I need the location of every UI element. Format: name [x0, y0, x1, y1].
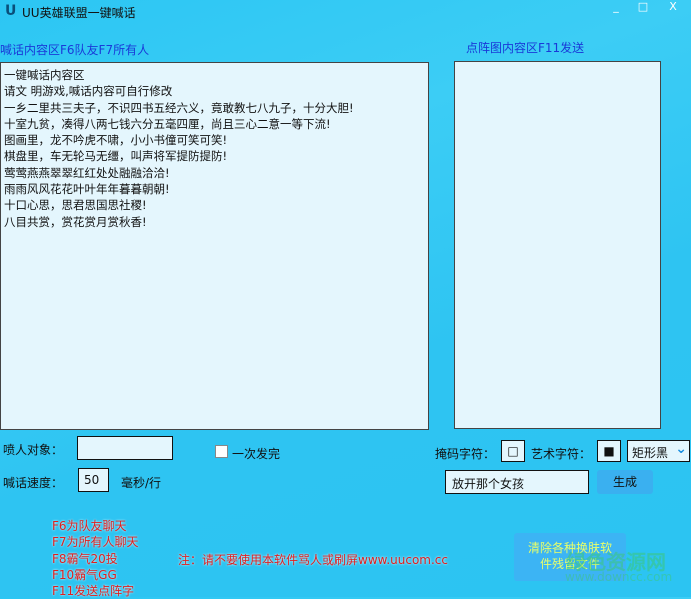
matrix-content-textarea[interactable]	[454, 61, 661, 429]
generate-button[interactable]: 生成	[597, 470, 653, 494]
watermark-url: www.downcc.com	[565, 570, 673, 584]
minimize-button[interactable]: _	[603, 0, 629, 16]
content-line: 一乡二里共三夫子，不识四书五经六义，竟敢教七八九子，十分大胆!	[4, 100, 354, 115]
content-line: 莺莺燕燕翠翠红红处处融融洽洽!	[4, 165, 170, 180]
hotkey-item: F7为所有人聊天	[52, 535, 139, 550]
usage-notice: 注：请不要使用本软件骂人或刷屏www.uucom.cc	[178, 553, 449, 567]
content-area-label: 喊话内容区F6队友F7所有人	[0, 43, 150, 57]
content-line: 雨雨风风花花叶叶年年暮暮朝朝!	[4, 182, 170, 197]
matrix-area-label: 点阵图内容区F11发送	[466, 41, 585, 55]
chevron-down-icon: ⌄	[675, 441, 687, 457]
hotkey-item: F8霸气20投	[52, 551, 118, 566]
window-title: UU英雄联盟一键喊话	[22, 6, 136, 20]
content-line: 一键喊话内容区	[4, 68, 85, 82]
target-label: 喷人对象：	[3, 443, 64, 457]
hotkey-list: F6为队友聊天 F7为所有人聊天 F8霸气20投 F10霸气GG F11发送点阵…	[52, 518, 139, 599]
art-char-input[interactable]: ■	[597, 440, 621, 462]
shout-content-textarea[interactable]: 一键喊话内容区请文 明游戏,喊话内容可自行修改 一乡二里共三夫子，不识四书五经六义…	[0, 62, 429, 430]
matrix-text-input[interactable]: 放开那个女孩	[445, 470, 589, 494]
send-once-checkbox[interactable]	[215, 445, 228, 458]
app-logo-icon: U	[5, 3, 17, 19]
maximize-button[interactable]: □	[630, 0, 656, 16]
shape-select[interactable]: 矩形黑 ⌄	[627, 440, 690, 462]
mask-char-input[interactable]: □	[501, 440, 525, 462]
speed-unit-label: 毫秒/行	[121, 476, 162, 490]
hotkey-item: F6为队友聊天	[52, 519, 127, 533]
shape-select-value: 矩形黑	[632, 446, 669, 460]
content-line: 十室九贫，凑得八两七钱六分五毫四厘，尚且三心二意一等下流!	[4, 116, 331, 131]
content-line: 棋盘里，车无轮马无缰，叫声将军提防提防!	[4, 149, 228, 164]
hotkey-item: F10霸气GG	[52, 567, 117, 582]
content-line: 八目共赏，赏花赏月赏秋香!	[4, 214, 147, 229]
speed-label: 喊话速度：	[3, 476, 64, 490]
close-button[interactable]: X	[660, 0, 686, 16]
content-line: 请文 明游戏,喊话内容可自行修改	[4, 84, 173, 99]
content-line: 图画里，龙不吟虎不啸，小小书僮可笑可笑!	[4, 133, 228, 148]
art-char-label: 艺术字符：	[531, 447, 592, 461]
speed-input[interactable]: 50	[78, 468, 109, 492]
content-line: 十口心思，思君思国思社稷!	[4, 198, 147, 213]
send-once-label: 一次发完	[232, 447, 281, 461]
mask-char-label: 掩码字符：	[435, 447, 496, 461]
target-input[interactable]	[77, 436, 173, 460]
